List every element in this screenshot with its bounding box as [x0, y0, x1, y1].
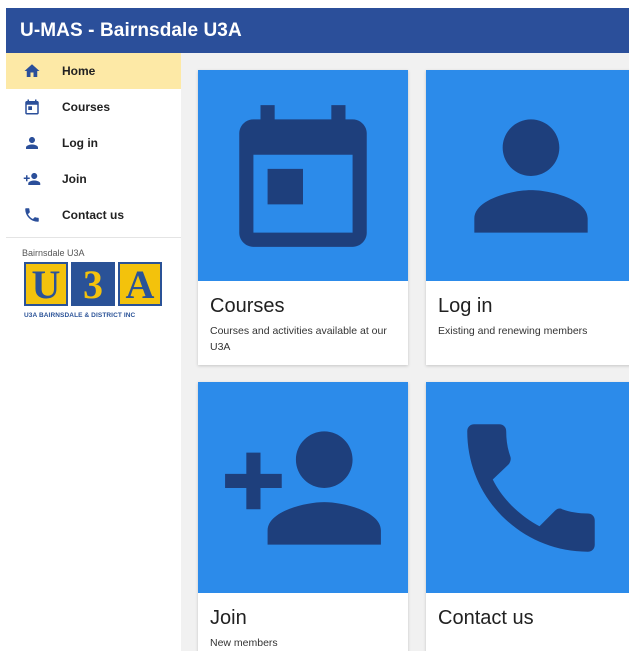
card-title: Join [210, 607, 247, 629]
sidebar-item-label: Contact us [62, 208, 125, 222]
card-media [198, 70, 408, 281]
card-media [426, 382, 629, 593]
sidebar-item-contact[interactable]: Contact us [6, 197, 181, 233]
card-subtitle: Courses and activities available at our … [210, 325, 387, 353]
sidebar-item-login[interactable]: Log in [6, 125, 181, 161]
card-courses[interactable]: Courses Courses and activities available… [198, 70, 408, 365]
phone-icon [6, 206, 62, 224]
sidebar-item-home[interactable]: Home [6, 53, 181, 89]
card-join[interactable]: Join New members [198, 382, 408, 651]
sidebar-item-label: Home [62, 64, 96, 78]
card-title: Courses [210, 295, 285, 317]
card-media [426, 70, 629, 281]
logo-letters: U 3 A [24, 262, 164, 307]
person-icon [474, 118, 588, 233]
app-bar: U-MAS - Bairnsdale U3A [6, 8, 629, 53]
calendar-icon [6, 98, 62, 116]
main-content: Courses Courses and activities available… [181, 53, 629, 651]
card-contact[interactable]: Contact us [426, 382, 629, 651]
sidebar-nav: Home Courses Log in Join Contact us Bair… [6, 53, 181, 651]
u3a-logo: U 3 A U3A BAIRNSDALE & DISTRICT INC [24, 262, 164, 319]
app-title: U-MAS - Bairnsdale U3A [20, 19, 242, 41]
person-add-icon [225, 430, 381, 545]
sidebar-item-courses[interactable]: Courses [6, 89, 181, 125]
card-login[interactable]: Log in Existing and renewing members [426, 70, 629, 365]
logo-caption: U3A BAIRNSDALE & DISTRICT INC [24, 312, 136, 319]
logo-letter: 3 [71, 262, 115, 307]
card-title: Log in [438, 295, 493, 317]
phone-icon [467, 423, 595, 552]
logo-letter: U [24, 262, 68, 307]
sidebar-item-label: Join [62, 172, 87, 186]
card-title: Contact us [438, 607, 534, 629]
person-icon [6, 134, 62, 152]
sidebar-item-label: Courses [62, 100, 111, 114]
sidebar-item-label: Log in [62, 136, 98, 150]
card-subtitle: Existing and renewing members [438, 325, 588, 337]
calendar-icon [239, 104, 367, 247]
org-name: Bairnsdale U3A [22, 248, 85, 258]
sidebar-divider [6, 237, 181, 238]
card-media [198, 382, 408, 593]
home-icon [6, 62, 62, 80]
card-subtitle: New members [210, 637, 278, 649]
person-add-icon [6, 170, 62, 188]
logo-letter: A [118, 262, 162, 307]
sidebar-item-join[interactable]: Join [6, 161, 181, 197]
